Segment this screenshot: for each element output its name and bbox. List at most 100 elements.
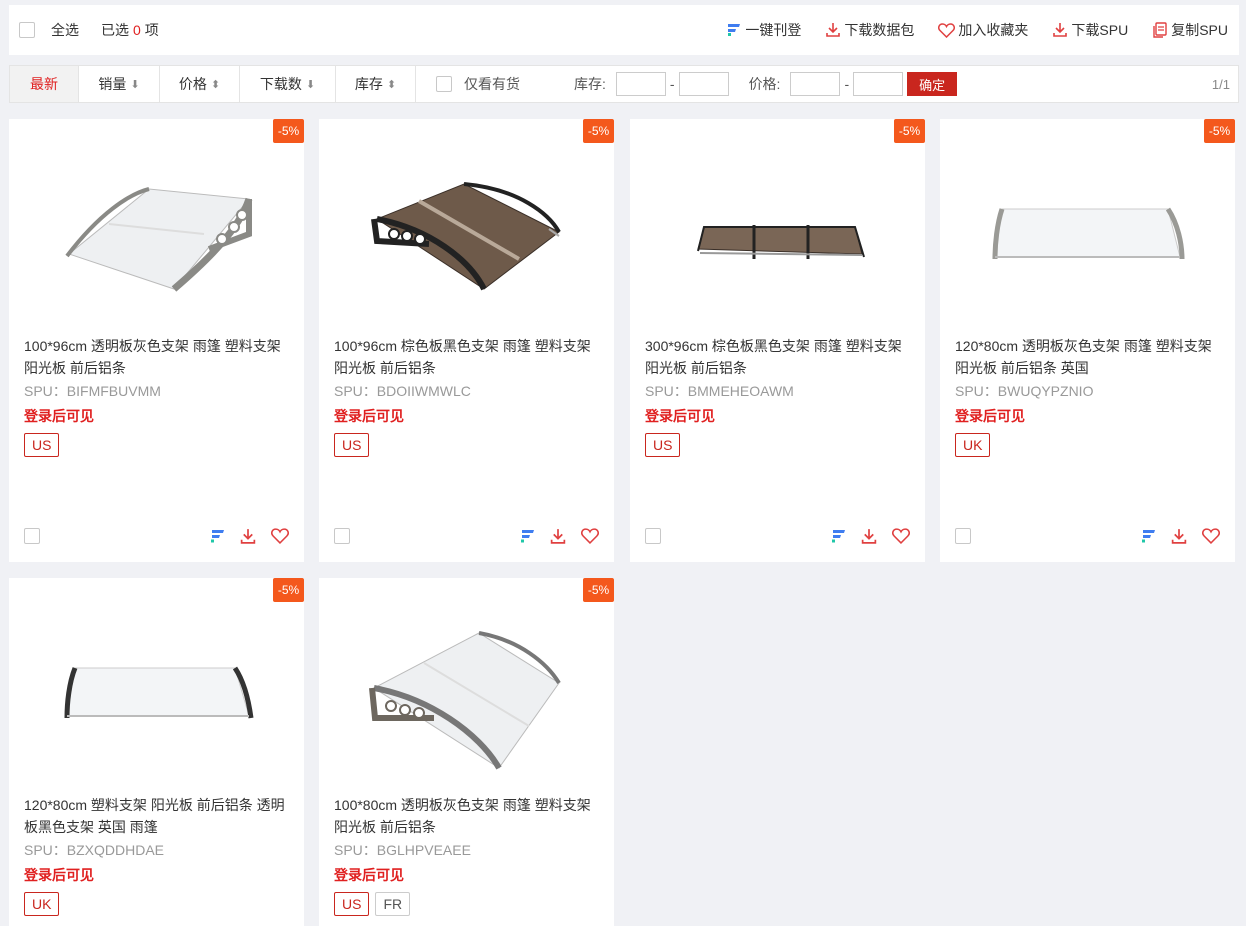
login-to-view-price[interactable]: 登录后可见 xyxy=(955,406,1025,426)
login-to-view-price[interactable]: 登录后可见 xyxy=(24,406,94,426)
sort-stock[interactable]: 库存 ⬍ xyxy=(336,66,416,102)
region-tags: US xyxy=(24,433,65,457)
confirm-button[interactable]: 确定 xyxy=(907,72,958,96)
product-card[interactable]: -5% 120*80cm 透明板灰色支架 雨篷 塑料支架 阳光板 前后铝条 英国… xyxy=(940,119,1235,562)
product-title[interactable]: 120*80cm 透明板灰色支架 雨篷 塑料支架 阳光板 前后铝条 英国 xyxy=(955,335,1223,379)
stock-range: 库存: - xyxy=(574,72,729,96)
one-click-publish-label: 一键刊登 xyxy=(745,22,802,38)
product-image[interactable] xyxy=(940,119,1235,329)
sort-price-label: 价格 xyxy=(178,76,207,92)
product-card[interactable]: -5% 100*80cm 透明板灰色支架 雨篷 塑料支架 阳光板 前后铝条 SP… xyxy=(319,578,614,926)
copy-spu-button[interactable]: 复制SPU xyxy=(1152,20,1228,40)
product-select-checkbox[interactable] xyxy=(955,528,971,544)
product-image[interactable] xyxy=(630,119,925,329)
add-to-favorites-button[interactable]: 加入收藏夹 xyxy=(938,20,1028,40)
heart-icon xyxy=(938,22,956,38)
region-tags: US FR xyxy=(334,892,416,916)
select-all-checkbox[interactable] xyxy=(19,22,35,38)
product-title[interactable]: 120*80cm 塑料支架 阳光板 前后铝条 透明板黑色支架 英国 雨篷 xyxy=(24,794,292,838)
product-image[interactable] xyxy=(319,578,614,788)
product-spu: SPU：BWUQYPZNIO xyxy=(955,383,1094,399)
stock-min-input[interactable] xyxy=(615,72,666,96)
sort-stock-label: 库存 xyxy=(354,76,383,92)
product-spu: SPU：BGLHPVEAEE xyxy=(334,842,471,858)
download-package-button[interactable]: 下载数据包 xyxy=(825,20,914,40)
download-icon[interactable] xyxy=(239,528,257,545)
login-to-view-price[interactable]: 登录后可见 xyxy=(24,865,94,885)
sort-updown-icon: ⬍ xyxy=(386,78,397,91)
region-tags: US xyxy=(645,433,686,457)
arrow-down-icon: ⬇ xyxy=(305,78,316,91)
sort-downloads[interactable]: 下载数 ⬇ xyxy=(240,66,336,102)
discount-badge: -5% xyxy=(583,119,614,143)
price-min-input[interactable] xyxy=(790,72,841,96)
selected-count-text: 已选 0 项 xyxy=(101,20,159,40)
card-footer xyxy=(24,527,289,545)
login-to-view-price[interactable]: 登录后可见 xyxy=(334,865,404,885)
selected-suffix: 项 xyxy=(144,22,159,38)
product-card[interactable]: -5% 100*96cm 棕色板黑色支架 雨篷 塑料支架 阳光板 前后铝条 SP… xyxy=(319,119,614,562)
heart-icon[interactable] xyxy=(892,528,910,544)
publish-icon[interactable] xyxy=(1140,528,1156,544)
arrow-down-icon: ⬇ xyxy=(130,78,140,91)
sort-sales-label: 销量 xyxy=(98,76,127,92)
product-image[interactable] xyxy=(319,119,614,329)
price-range: 价格: - xyxy=(749,72,904,96)
product-select-checkbox[interactable] xyxy=(645,528,661,544)
only-in-stock-label: 仅看有货 xyxy=(464,76,520,92)
publish-icon[interactable] xyxy=(209,528,225,544)
product-card[interactable]: -5% 300*96cm 棕色板黑色支架 雨篷 塑料支架 阳光板 前后铝条 SP… xyxy=(630,119,925,562)
product-image[interactable] xyxy=(9,119,304,329)
product-image[interactable] xyxy=(9,578,304,788)
download-spu-button[interactable]: 下载SPU xyxy=(1052,20,1128,40)
download-icon[interactable] xyxy=(860,528,878,545)
top-action-bar: 全选 已选 0 项 一键刊登 下载数据包 加入收藏夹 下载SPU 复制SPU xyxy=(9,5,1239,55)
only-in-stock-checkbox[interactable] xyxy=(436,76,452,92)
product-spu: SPU：BMMEHEOAWM xyxy=(645,383,794,399)
product-spu: SPU：BDOIIWMWLC xyxy=(334,383,471,399)
stock-max-input[interactable] xyxy=(678,72,729,96)
product-title[interactable]: 100*96cm 透明板灰色支架 雨篷 塑料支架 阳光板 前后铝条 xyxy=(24,335,292,379)
heart-icon[interactable] xyxy=(271,528,289,544)
sort-newest[interactable]: 最新 xyxy=(10,66,79,102)
publish-icon[interactable] xyxy=(830,528,846,544)
product-title[interactable]: 100*96cm 棕色板黑色支架 雨篷 塑料支架 阳光板 前后铝条 xyxy=(334,335,602,379)
heart-icon[interactable] xyxy=(581,528,599,544)
product-title[interactable]: 300*96cm 棕色板黑色支架 雨篷 塑料支架 阳光板 前后铝条 xyxy=(645,335,913,379)
sort-updown-icon: ⬍ xyxy=(210,78,221,91)
login-to-view-price[interactable]: 登录后可见 xyxy=(334,406,404,426)
region-tags: US xyxy=(334,433,375,457)
sort-sales[interactable]: 销量 ⬇ xyxy=(79,66,160,102)
publish-icon[interactable] xyxy=(519,528,535,544)
login-to-view-price[interactable]: 登录后可见 xyxy=(645,406,715,426)
download-icon[interactable] xyxy=(549,528,567,545)
card-footer xyxy=(645,527,910,545)
product-select-checkbox[interactable] xyxy=(334,528,350,544)
discount-badge: -5% xyxy=(1204,119,1235,143)
only-in-stock-filter[interactable]: 仅看有货 xyxy=(436,74,520,94)
product-select-checkbox[interactable] xyxy=(24,528,40,544)
discount-badge: -5% xyxy=(273,119,304,143)
select-all-label[interactable]: 全选 xyxy=(51,20,79,40)
one-click-publish-button[interactable]: 一键刊登 xyxy=(726,20,801,40)
copy-icon xyxy=(1153,22,1167,38)
region-tag: US xyxy=(645,433,681,457)
region-tag: UK xyxy=(955,433,991,457)
product-title[interactable]: 100*80cm 透明板灰色支架 雨篷 塑料支架 阳光板 前后铝条 xyxy=(334,794,602,838)
discount-badge: -5% xyxy=(583,578,614,602)
product-card[interactable]: -5% 120*80cm 塑料支架 阳光板 前后铝条 透明板黑色支架 英国 雨篷… xyxy=(9,578,304,926)
heart-icon[interactable] xyxy=(1202,528,1220,544)
bulk-actions: 一键刊登 下载数据包 加入收藏夹 下载SPU 复制SPU xyxy=(702,5,1228,55)
region-tag: UK xyxy=(24,892,60,916)
product-spu: SPU：BIFMFBUVMM xyxy=(24,383,161,399)
price-max-input[interactable] xyxy=(853,72,904,96)
price-range-label: 价格: xyxy=(748,76,781,92)
copy-spu-label: 复制SPU xyxy=(1171,22,1228,38)
publish-icon xyxy=(728,24,741,36)
product-card[interactable]: -5% 100*96cm 透明板灰色支架 雨篷 塑料支架 阳光板 前后铝条 SP… xyxy=(9,119,304,562)
download-package-label: 下载数据包 xyxy=(844,22,915,38)
filter-bar: 最新 销量 ⬇ 价格 ⬍ 下载数 ⬇ 库存 ⬍ 仅看有货 库存: - 价格: - 确定 … xyxy=(9,65,1239,103)
sort-price[interactable]: 价格 ⬍ xyxy=(160,66,240,102)
download-icon[interactable] xyxy=(1170,528,1188,545)
region-tag: US xyxy=(334,433,370,457)
